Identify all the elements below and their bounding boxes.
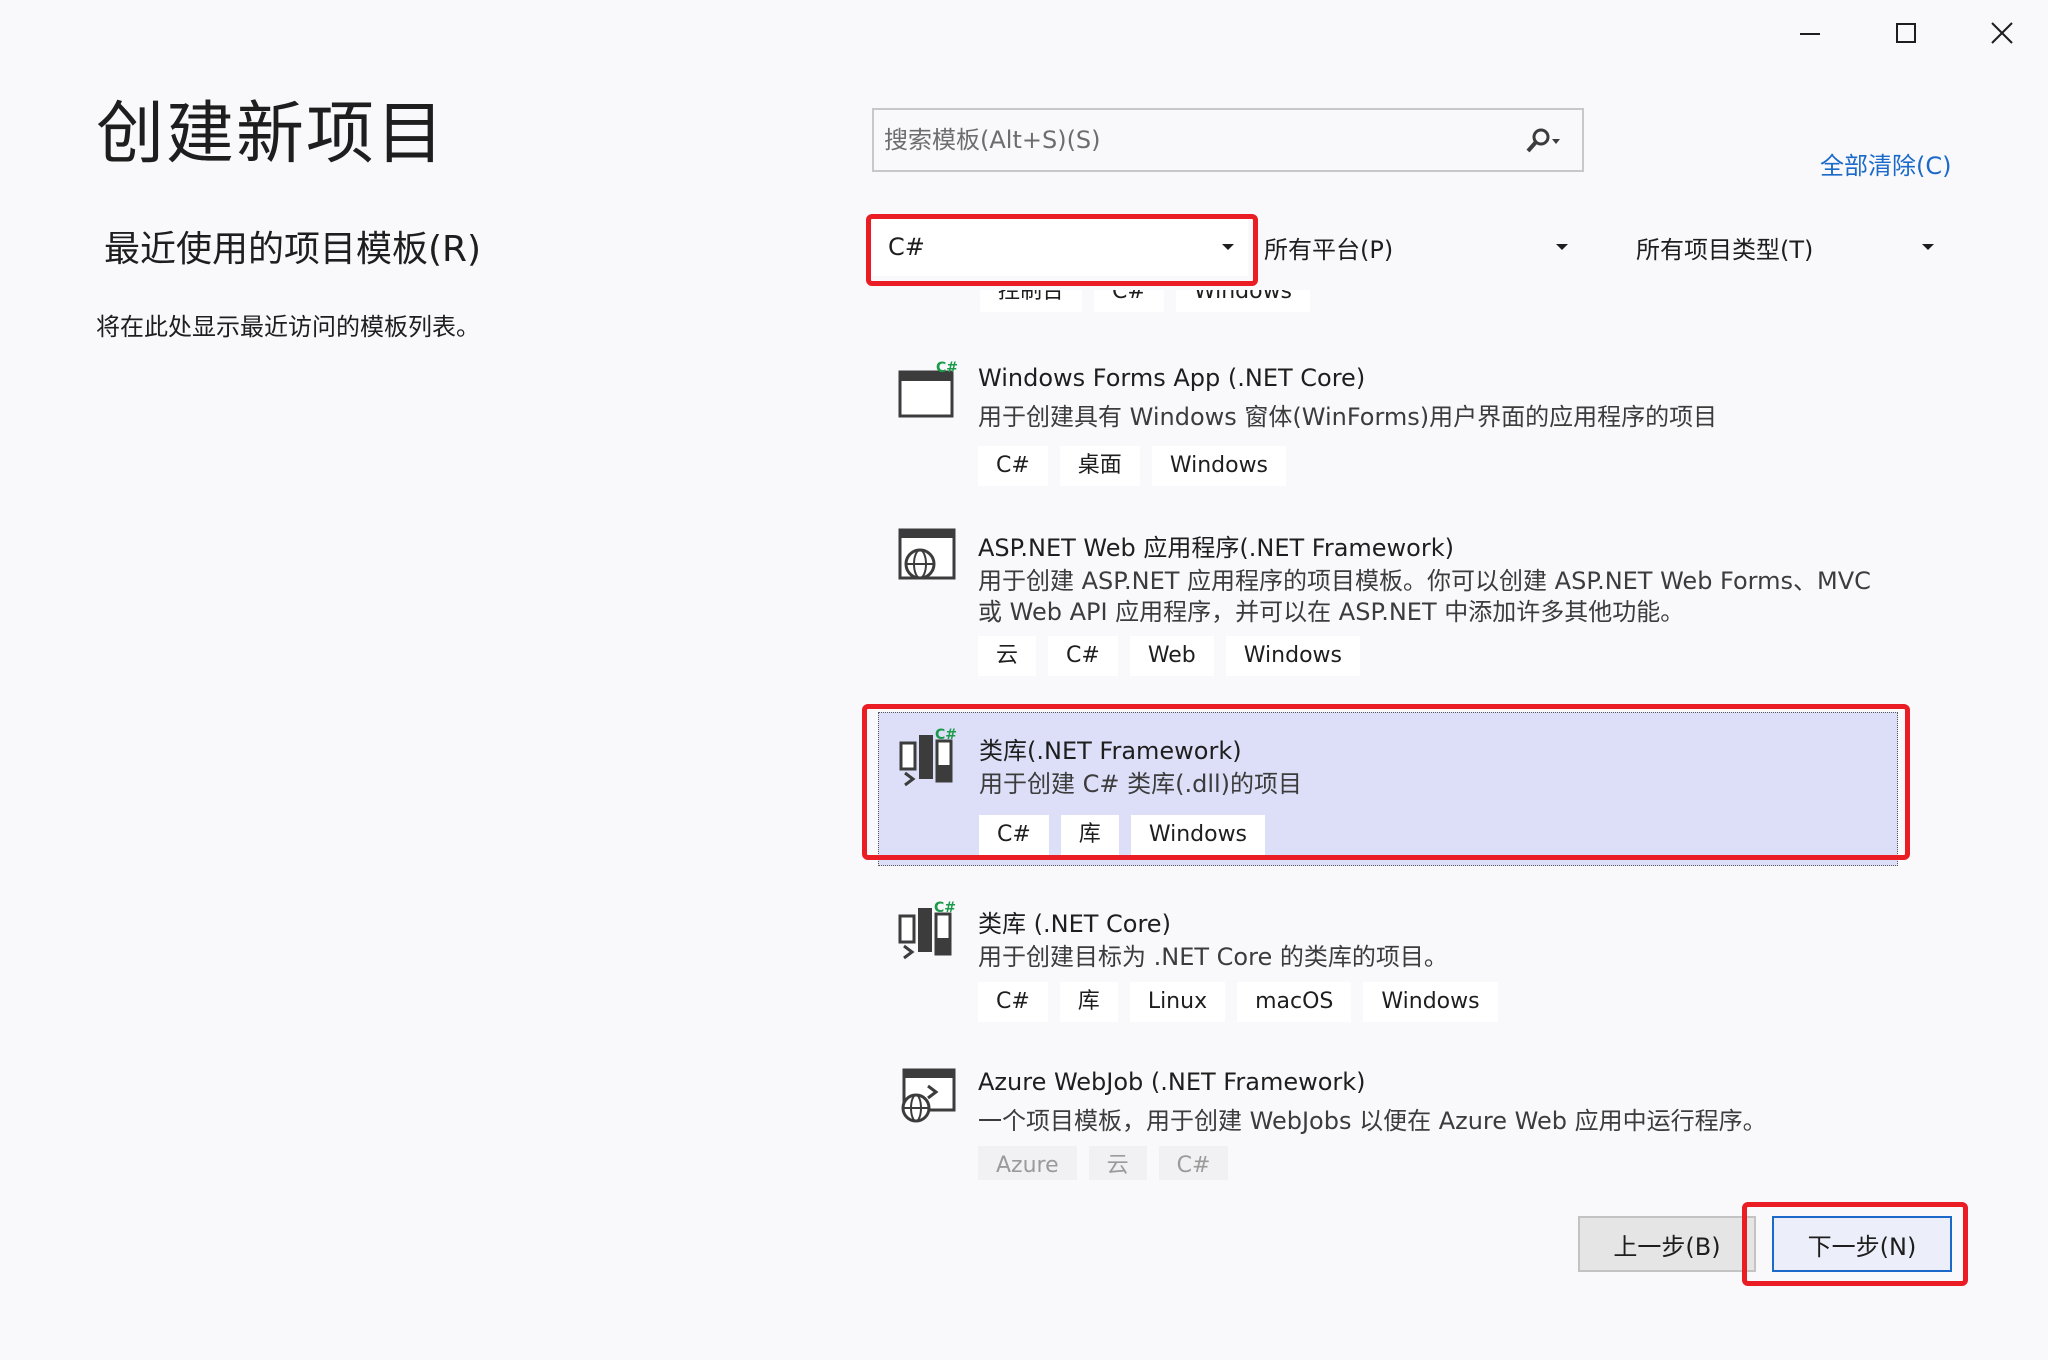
template-description: 用于创建 ASP.NET 应用程序的项目模板。你可以创建 ASP.NET Web… — [978, 567, 1871, 626]
tag: C# — [1158, 1146, 1229, 1180]
web-globe-icon — [898, 524, 958, 584]
search-box[interactable] — [872, 108, 1584, 172]
clear-all-link[interactable]: 全部清除(C) — [1820, 146, 1951, 181]
tag-row: Azure 云 C# — [978, 1146, 1229, 1180]
search-input[interactable] — [874, 125, 1516, 155]
tag: C# — [978, 982, 1048, 1022]
search-icon[interactable] — [1520, 126, 1568, 156]
next-button[interactable]: 下一步(N) — [1772, 1216, 1952, 1272]
template-description: 用于创建具有 Windows 窗体(WinForms)用户界面的应用程序的项目 — [978, 403, 1718, 431]
chevron-down-icon — [1556, 244, 1568, 250]
template-name: Windows Forms App (.NET Core) — [978, 364, 1366, 392]
template-item-azure-webjob[interactable]: Azure WebJob (.NET Framework) 一个项目模板，用于创… — [866, 1050, 1956, 1180]
close-button[interactable] — [1962, 8, 2042, 58]
class-library-icon: C# — [899, 727, 959, 787]
svg-text:C#: C# — [934, 900, 956, 916]
tag: Windows — [1175, 290, 1311, 312]
tag: 库 — [1059, 982, 1118, 1022]
template-list[interactable]: 控制台 C# Windows C# Windows Forms App (.NE… — [866, 290, 1956, 1180]
class-library-icon: C# — [898, 900, 958, 960]
language-filter-value: C# — [888, 233, 925, 261]
maximize-button[interactable] — [1866, 8, 1946, 58]
chevron-down-icon — [1922, 244, 1934, 250]
winforms-icon: C# — [898, 360, 958, 420]
svg-text:C#: C# — [936, 360, 958, 376]
tag-row: C# 桌面 Windows — [978, 446, 1287, 486]
recent-templates-empty-text: 将在此处显示最近访问的模板列表。 — [96, 313, 480, 341]
tag: C# — [979, 815, 1049, 855]
template-description: 一个项目模板，用于创建 WebJobs 以便在 Azure Web 应用中运行程… — [978, 1107, 1767, 1135]
tag: Web — [1129, 636, 1214, 676]
tag-row: C# 库 Linux macOS Windows — [978, 982, 1498, 1022]
template-item-aspnet[interactable]: ASP.NET Web 应用程序(.NET Framework) 用于创建 AS… — [866, 510, 1956, 698]
tag-row: C# 库 Windows — [979, 815, 1266, 855]
partial-tag-row: 控制台 C# Windows — [980, 290, 1311, 318]
tag: C# — [1094, 290, 1164, 312]
tag: Windows — [1130, 815, 1266, 855]
tag: Azure — [978, 1146, 1077, 1180]
tag: 库 — [1060, 815, 1119, 855]
project-type-filter-dropdown[interactable]: 所有项目类型(T) — [1622, 218, 1948, 276]
template-name: Azure WebJob (.NET Framework) — [978, 1068, 1366, 1096]
svg-text:C#: C# — [935, 727, 957, 743]
tag: Windows — [1151, 446, 1287, 486]
minimize-button[interactable] — [1770, 8, 1850, 58]
template-item-class-library-core[interactable]: C# 类库 (.NET Core) 用于创建目标为 .NET Core 的类库的… — [866, 886, 1956, 1036]
template-name: 类库 (.NET Core) — [978, 910, 1171, 938]
chevron-down-icon — [1222, 244, 1234, 250]
language-filter-dropdown[interactable]: C# — [872, 218, 1248, 276]
template-description: 用于创建 C# 类库(.dll)的项目 — [979, 770, 1303, 798]
tag: C# — [978, 446, 1048, 486]
platform-filter-value: 所有平台(P) — [1264, 235, 1394, 264]
tag: Windows — [1363, 982, 1498, 1022]
minimize-icon — [1800, 33, 1820, 35]
template-description: 用于创建目标为 .NET Core 的类库的项目。 — [978, 943, 1448, 971]
tag: Windows — [1225, 636, 1360, 676]
tag: 云 — [1088, 1146, 1147, 1180]
tag: 控制台 — [980, 290, 1083, 312]
tag: macOS — [1237, 982, 1352, 1022]
azure-webjob-icon — [898, 1064, 958, 1124]
template-item-class-library-framework[interactable]: C# 类库(.NET Framework) 用于创建 C# 类库(.dll)的项… — [878, 712, 1898, 866]
tag: C# — [1048, 636, 1118, 676]
maximize-icon — [1896, 23, 1916, 43]
back-button[interactable]: 上一步(B) — [1578, 1216, 1756, 1272]
tag: 云 — [978, 636, 1037, 676]
project-type-filter-value: 所有项目类型(T) — [1636, 235, 1814, 264]
tag: 桌面 — [1059, 446, 1140, 486]
template-name: 类库(.NET Framework) — [979, 737, 1242, 765]
platform-filter-dropdown[interactable]: 所有平台(P) — [1254, 218, 1582, 276]
tag: Linux — [1129, 982, 1226, 1022]
page-title: 创建新项目 — [96, 95, 447, 174]
template-name: ASP.NET Web 应用程序(.NET Framework) — [978, 534, 1454, 562]
close-icon — [1991, 22, 2013, 44]
recent-templates-heading: 最近使用的项目模板(R) — [104, 229, 482, 270]
tag-row: 云 C# Web Windows — [978, 636, 1360, 676]
template-item-winforms[interactable]: C# Windows Forms App (.NET Core) 用于创建具有 … — [866, 346, 1956, 498]
